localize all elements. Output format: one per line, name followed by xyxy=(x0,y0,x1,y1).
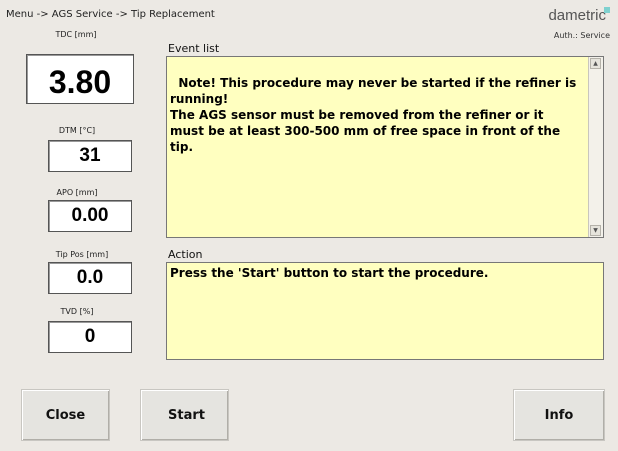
tvd-value: 0 xyxy=(48,321,132,353)
tvd-label: TVD [%] xyxy=(60,307,94,316)
start-button[interactable]: Start xyxy=(140,389,229,441)
event-list-text: Note! This procedure may never be starte… xyxy=(170,76,577,154)
close-button[interactable]: Close xyxy=(21,389,110,441)
info-button[interactable]: Info xyxy=(513,389,605,441)
event-list[interactable]: Note! This procedure may never be starte… xyxy=(166,56,604,238)
action-text: Press the 'Start' button to start the pr… xyxy=(170,266,489,280)
apo-label: APO [mm] xyxy=(56,188,98,197)
action-label: Action xyxy=(168,248,203,261)
breadcrumb: Menu -> AGS Service -> Tip Replacement xyxy=(6,9,215,20)
action-box: Press the 'Start' button to start the pr… xyxy=(166,262,604,360)
dtm-value: 31 xyxy=(48,140,132,172)
auth-level: Auth.: Service xyxy=(553,31,610,40)
brand-accent-mark xyxy=(604,7,610,13)
event-list-scrollbar[interactable]: ▲ ▼ xyxy=(588,57,603,237)
scroll-up-icon[interactable]: ▲ xyxy=(590,58,601,69)
dtm-label: DTM [°C] xyxy=(58,126,96,135)
event-list-label: Event list xyxy=(168,42,220,55)
scroll-down-icon[interactable]: ▼ xyxy=(590,225,601,236)
apo-value: 0.00 xyxy=(48,200,132,232)
tip-pos-label: Tip Pos [mm] xyxy=(55,250,109,259)
tdc-label: TDC [mm] xyxy=(55,30,97,39)
tdc-value: 3.80 xyxy=(26,54,134,104)
brand-logo: dametric xyxy=(548,7,606,24)
tip-pos-value: 0.0 xyxy=(48,262,132,294)
